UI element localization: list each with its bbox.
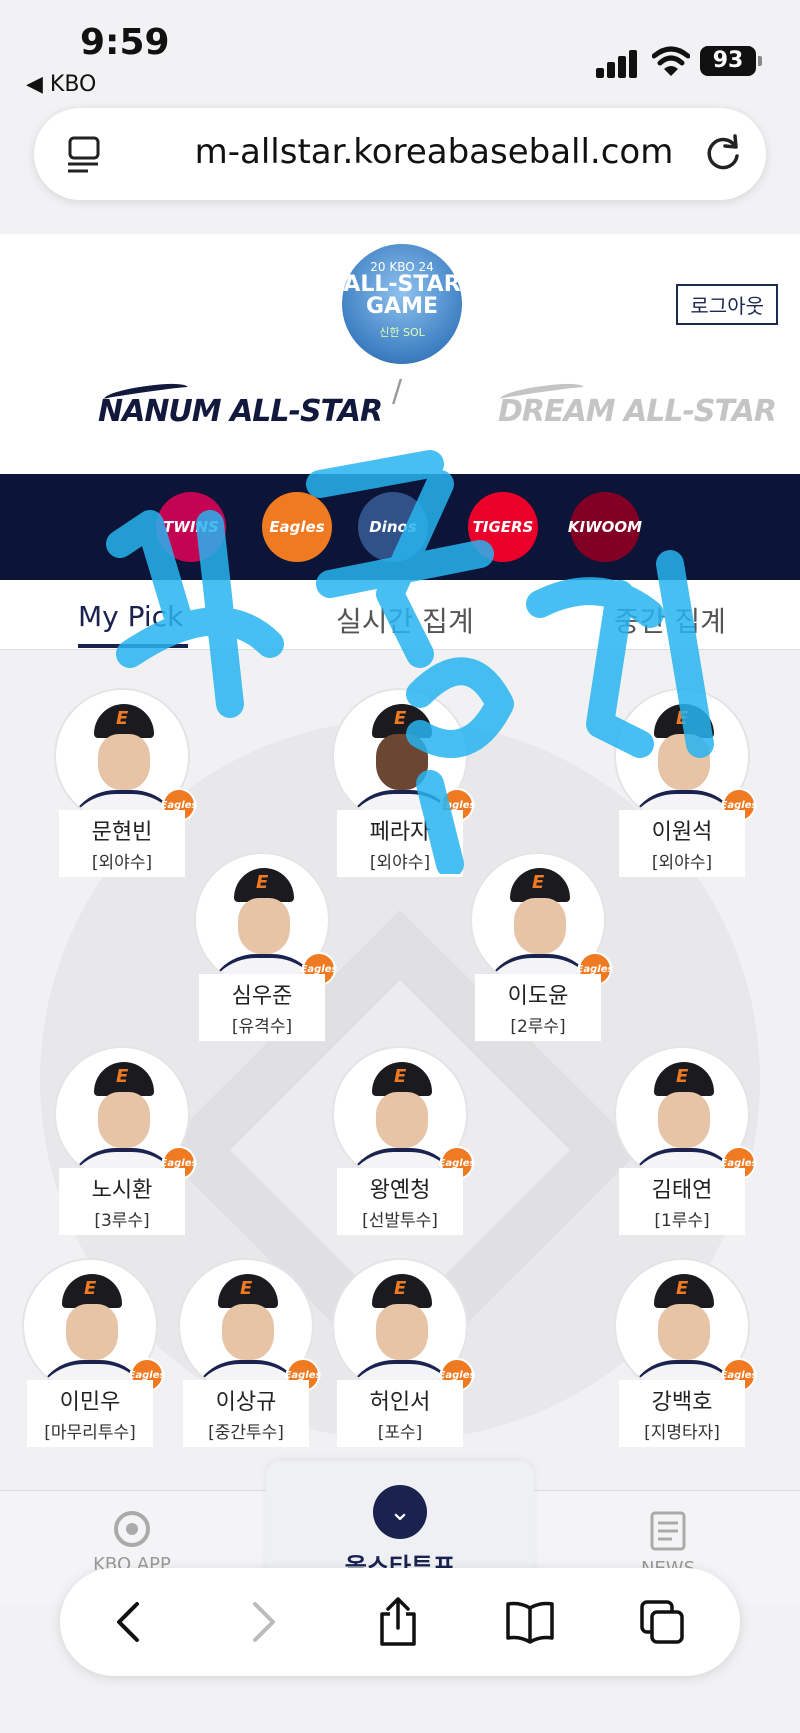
player-position: [마무리투수] bbox=[44, 1423, 136, 1443]
cellular-signal-icon bbox=[596, 48, 640, 78]
player-card[interactable]: Eagles 심우준[유격수] bbox=[192, 852, 337, 1041]
player-position: [2루수] bbox=[510, 1017, 566, 1037]
baseball-field: Eagles 문현빈[외야수] Eagles 페라자[외야수] Eagles 이… bbox=[0, 650, 800, 1490]
player-name: 노시환 bbox=[91, 1178, 153, 1203]
address-bar[interactable]: m-allstar.koreabaseball.com bbox=[34, 108, 766, 200]
player-card[interactable]: Eagles 허인서[포수] bbox=[330, 1258, 475, 1447]
team-twins-logo[interactable]: TWINS bbox=[156, 492, 226, 562]
nav-kbo-app[interactable]: KBO APP bbox=[72, 1509, 192, 1575]
player-position: [외야수] bbox=[369, 853, 431, 873]
player-card[interactable]: Eagles 왕옌청[선발투수] bbox=[330, 1046, 475, 1235]
battery-indicator: 93 bbox=[700, 46, 762, 76]
player-name: 허인서 bbox=[369, 1390, 431, 1415]
team-logo-strip: TWINS Eagles Dinos TIGERS KIWOOM bbox=[0, 474, 800, 580]
tab-bar: My Pick 실시간 집계 중간 집계 bbox=[0, 580, 800, 650]
player-name: 이도윤 bbox=[507, 984, 569, 1009]
allstar-game-logo: 20 KBO 24 ALL-STAR GAME 신한 SOL bbox=[342, 244, 462, 364]
player-name: 페라자 bbox=[369, 820, 431, 845]
reload-icon[interactable] bbox=[702, 132, 744, 174]
player-name: 김태연 bbox=[651, 1178, 713, 1203]
player-position: [3루수] bbox=[94, 1211, 150, 1231]
bookmarks-button[interactable] bbox=[502, 1594, 558, 1650]
player-card[interactable]: Eagles 강백호[지명타자] bbox=[612, 1258, 757, 1447]
browser-toolbar bbox=[60, 1568, 740, 1676]
team-divider: / bbox=[392, 374, 403, 409]
player-name: 강백호 bbox=[651, 1390, 713, 1415]
chevron-down-icon[interactable]: ⌄ bbox=[373, 1485, 427, 1539]
player-position: [포수] bbox=[377, 1423, 423, 1443]
share-icon bbox=[380, 1597, 416, 1646]
team-tigers-logo[interactable]: TIGERS bbox=[468, 492, 538, 562]
book-icon bbox=[506, 1601, 554, 1644]
tabs-icon bbox=[640, 1600, 684, 1644]
player-card[interactable]: Eagles 김태연[1루수] bbox=[612, 1046, 757, 1235]
team-eagles-logo[interactable]: Eagles bbox=[262, 492, 332, 562]
player-card[interactable]: Eagles 페라자[외야수] bbox=[330, 688, 475, 877]
status-bar: 9:59 ◀ KBO 93 bbox=[0, 0, 800, 100]
logout-button[interactable]: 로그아웃 bbox=[676, 284, 778, 325]
player-card[interactable]: Eagles 이상규[중간투수] bbox=[176, 1258, 321, 1447]
player-position: [선발투수] bbox=[362, 1211, 438, 1231]
player-position: [지명타자] bbox=[644, 1423, 720, 1443]
dream-allstar-logo[interactable]: DREAM ALL-STAR bbox=[498, 394, 777, 429]
wifi-icon bbox=[652, 46, 690, 76]
player-card[interactable]: Eagles 문현빈[외야수] bbox=[52, 688, 197, 877]
kbo-app-icon bbox=[114, 1511, 150, 1547]
forward-button[interactable] bbox=[236, 1594, 292, 1650]
back-to-app-link[interactable]: ◀ KBO bbox=[26, 72, 96, 97]
url-text[interactable]: m-allstar.koreabaseball.com bbox=[124, 132, 744, 172]
back-button[interactable] bbox=[100, 1594, 156, 1650]
player-name: 이상규 bbox=[215, 1390, 277, 1415]
player-name: 이민우 bbox=[59, 1390, 121, 1415]
tab-interim-tally[interactable]: 중간 집계 bbox=[614, 600, 726, 640]
tabs-button[interactable] bbox=[634, 1594, 690, 1650]
player-name: 이원석 bbox=[651, 820, 713, 845]
chevron-left-icon bbox=[117, 1602, 139, 1642]
news-icon bbox=[650, 1511, 686, 1551]
player-card[interactable]: Eagles 이도윤[2루수] bbox=[468, 852, 613, 1041]
tab-my-pick[interactable]: My Pick bbox=[78, 600, 183, 633]
player-position: [외야수] bbox=[91, 853, 153, 873]
reader-mode-icon[interactable] bbox=[64, 134, 104, 174]
player-card[interactable]: Eagles 이민우[마무리투수] bbox=[20, 1258, 165, 1447]
status-time: 9:59 bbox=[80, 22, 170, 63]
tab-live-tally[interactable]: 실시간 집계 bbox=[336, 600, 474, 640]
player-position: [유격수] bbox=[231, 1017, 293, 1037]
share-button[interactable] bbox=[370, 1594, 426, 1650]
player-position: [중간투수] bbox=[208, 1423, 284, 1443]
player-position: [외야수] bbox=[651, 853, 713, 873]
player-name: 왕옌청 bbox=[369, 1178, 431, 1203]
team-kiwoom-logo[interactable]: KIWOOM bbox=[568, 492, 642, 562]
team-dinos-logo[interactable]: Dinos bbox=[358, 492, 428, 562]
player-card[interactable]: Eagles 노시환[3루수] bbox=[52, 1046, 197, 1235]
web-page: 20 KBO 24 ALL-STAR GAME 신한 SOL 로그아웃 NANU… bbox=[0, 234, 800, 1604]
player-position: [1루수] bbox=[654, 1211, 710, 1231]
nanum-allstar-logo[interactable]: NANUM ALL-STAR bbox=[98, 394, 383, 429]
player-card[interactable]: Eagles 이원석[외야수] bbox=[612, 688, 757, 877]
chevron-right-icon bbox=[253, 1602, 275, 1642]
player-name: 심우준 bbox=[231, 984, 293, 1009]
allstar-header: 20 KBO 24 ALL-STAR GAME 신한 SOL 로그아웃 NANU… bbox=[0, 234, 800, 474]
player-name: 문현빈 bbox=[91, 820, 153, 845]
active-tab-indicator bbox=[78, 644, 188, 648]
